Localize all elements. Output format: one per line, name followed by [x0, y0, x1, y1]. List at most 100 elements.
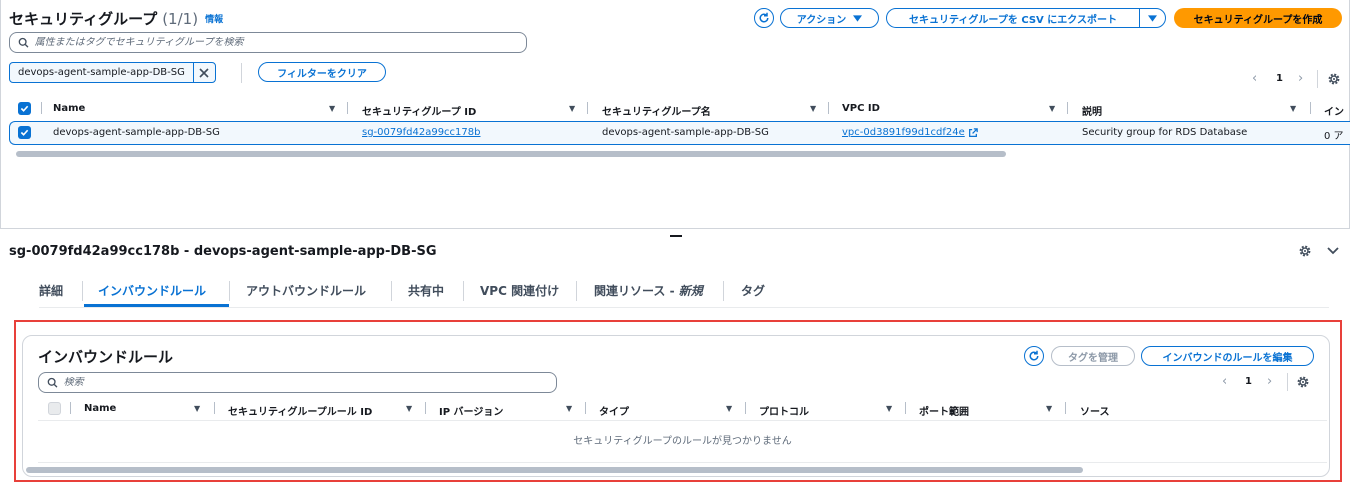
filter-token-remove[interactable]: [192, 63, 215, 82]
column-divider: [1310, 102, 1311, 114]
column-divider: [585, 402, 586, 414]
info-link[interactable]: 情報: [205, 12, 223, 25]
detail-settings-gear-icon[interactable]: [1298, 244, 1312, 258]
select-all-checkbox[interactable]: [18, 102, 31, 115]
pagination-divider: [1317, 70, 1318, 88]
tab-divider: [576, 281, 577, 301]
clear-filter-button[interactable]: フィルターをクリア: [258, 62, 386, 82]
vpc-id-link[interactable]: vpc-0d3891f99d1cdf24e: [842, 127, 965, 138]
refresh-button[interactable]: [754, 8, 774, 28]
refresh-icon: [1029, 350, 1039, 361]
pagination-page[interactable]: 1: [1276, 73, 1283, 84]
inbound-column-source[interactable]: ソース: [1080, 403, 1110, 418]
sort-caret-icon[interactable]: ▼: [569, 104, 575, 113]
export-csv-label: セキュリティグループを CSV にエクスポート: [909, 14, 1117, 26]
inbound-settings-gear-icon[interactable]: [1296, 375, 1310, 389]
tabs-baseline: [39, 307, 1329, 308]
sort-caret-icon[interactable]: ▼: [329, 104, 335, 113]
sort-caret-icon[interactable]: ▼: [194, 404, 200, 413]
pagination-prev[interactable]: ‹: [1252, 71, 1257, 86]
inbound-pagination-prev[interactable]: ‹: [1222, 374, 1227, 389]
inbound-column-name[interactable]: Name: [84, 403, 116, 414]
inbound-refresh-button[interactable]: [1024, 346, 1044, 366]
collapse-chevron-icon[interactable]: [1327, 247, 1339, 255]
inbound-horizontal-scrollbar[interactable]: [26, 467, 1083, 473]
clear-filter-label: フィルターをクリア: [277, 68, 367, 80]
inbound-column-port-range[interactable]: ポート範囲: [919, 403, 969, 418]
tab-inbound-rules[interactable]: インバウンドルール: [98, 282, 206, 299]
sort-caret-icon[interactable]: ▼: [1046, 404, 1052, 413]
search-input[interactable]: [34, 37, 526, 48]
sort-caret-icon[interactable]: ▼: [886, 404, 892, 413]
caret-down-icon: [853, 14, 863, 22]
tab-related-resources-label: 関連リソース -: [594, 284, 679, 298]
sort-caret-icon[interactable]: ▼: [810, 104, 816, 113]
column-header-vpc-id[interactable]: VPC ID: [842, 103, 880, 114]
inbound-search-bar[interactable]: [38, 372, 557, 393]
pagination-next[interactable]: ›: [1298, 71, 1303, 86]
column-divider: [745, 402, 746, 414]
edit-inbound-rules-label: インバウンドのルールを編集: [1162, 352, 1293, 364]
inbound-search-input[interactable]: [63, 377, 556, 388]
column-header-description[interactable]: 説明: [1082, 103, 1102, 118]
inbound-rules-title: インバウンドルール: [38, 348, 174, 366]
column-divider: [347, 102, 348, 114]
actions-button[interactable]: アクション: [780, 8, 879, 28]
tab-sharing[interactable]: 共有中: [408, 282, 444, 299]
sort-caret-icon[interactable]: ▼: [406, 404, 412, 413]
tab-tags[interactable]: タグ: [741, 282, 765, 299]
inbound-bottom-rule: [38, 462, 1327, 463]
search-icon: [18, 37, 29, 48]
sort-caret-icon[interactable]: ▼: [566, 404, 572, 413]
column-divider: [1067, 102, 1068, 114]
sort-caret-icon[interactable]: ▼: [726, 404, 732, 413]
column-header-name[interactable]: Name: [53, 103, 85, 114]
column-divider: [1065, 402, 1066, 414]
create-label: セキュリティグループを作成: [1193, 14, 1323, 26]
tab-vpc-associations[interactable]: VPC 関連付け: [480, 282, 559, 299]
tab-divider: [723, 281, 724, 301]
column-header-sg-id[interactable]: セキュリティグループ ID: [362, 103, 476, 118]
export-csv-button[interactable]: セキュリティグループを CSV にエクスポート: [886, 8, 1140, 28]
cell-description: Security group for RDS Database: [1082, 127, 1248, 138]
resize-handle[interactable]: [670, 235, 682, 237]
sort-caret-icon[interactable]: ▼: [1049, 104, 1055, 113]
inbound-pagination-page[interactable]: 1: [1245, 376, 1252, 387]
tab-divider: [391, 281, 392, 301]
settings-gear-icon[interactable]: [1327, 72, 1341, 86]
inbound-column-protocol[interactable]: プロトコル: [759, 403, 809, 418]
sort-caret-icon[interactable]: ▼: [1290, 104, 1296, 113]
inbound-column-ip-version[interactable]: IP バージョン: [439, 403, 503, 418]
edit-inbound-rules-button[interactable]: インバウンドのルールを編集: [1141, 346, 1314, 366]
external-link-icon: [968, 127, 978, 137]
page-title: セキュリティグループ (1/1) 情報: [9, 8, 223, 29]
horizontal-scrollbar[interactable]: [16, 151, 1006, 157]
manage-tags-button: タグを管理: [1051, 346, 1135, 366]
inbound-column-rule-id[interactable]: セキュリティグループルール ID: [228, 403, 372, 418]
search-bar[interactable]: [9, 32, 527, 53]
column-divider: [828, 102, 829, 114]
column-divider: [41, 102, 42, 114]
column-divider: [905, 402, 906, 414]
column-divider: [214, 402, 215, 414]
tab-divider: [82, 281, 83, 301]
tab-related-resources[interactable]: 関連リソース - 新規: [594, 282, 703, 299]
cell-sg-id-link[interactable]: sg-0079fd42a99cc178b: [362, 127, 481, 138]
detail-title: sg-0079fd42a99cc178b - devops-agent-samp…: [9, 244, 437, 259]
filter-token: devops-agent-sample-app-DB-SG: [9, 62, 216, 83]
inbound-column-type[interactable]: タイプ: [599, 403, 629, 418]
cell-vpc-id[interactable]: vpc-0d3891f99d1cdf24e: [842, 127, 978, 138]
tab-divider: [229, 281, 230, 301]
export-dropdown-button[interactable]: [1139, 8, 1166, 28]
tab-outbound-rules[interactable]: アウトバウンドルール: [246, 282, 366, 299]
row-checkbox[interactable]: [18, 126, 31, 139]
cell-inbound: 0 ア: [1324, 131, 1344, 142]
tab-details[interactable]: 詳細: [39, 282, 63, 299]
inbound-pagination-next[interactable]: ›: [1267, 374, 1272, 389]
column-divider: [425, 402, 426, 414]
create-security-group-button[interactable]: セキュリティグループを作成: [1174, 8, 1342, 28]
cell-name: devops-agent-sample-app-DB-SG: [53, 127, 220, 138]
empty-state-message: セキュリティグループのルールが見つかりません: [573, 436, 792, 447]
column-header-sg-name[interactable]: セキュリティグループ名: [602, 103, 711, 118]
column-header-inbound[interactable]: イン: [1324, 103, 1344, 118]
